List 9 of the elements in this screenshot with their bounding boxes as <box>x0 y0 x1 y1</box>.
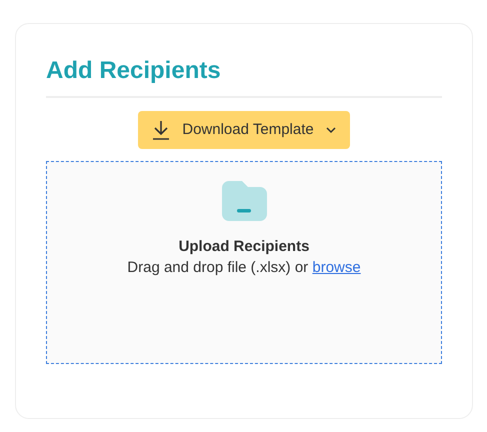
upload-heading: Upload Recipients <box>178 237 310 257</box>
upload-dropzone[interactable]: Upload Recipients Drag and drop file (.xlsx) or browse <box>46 161 442 364</box>
caret-icon <box>326 126 336 134</box>
upload-hint: Drag and drop file (.xlsx) or browse <box>127 258 361 278</box>
download-template-button[interactable]: Download Template <box>138 111 350 149</box>
folder-icon <box>222 181 266 221</box>
section-title: Add Recipients <box>46 56 442 98</box>
download-icon <box>152 120 170 140</box>
browse-link[interactable]: browse <box>312 259 361 276</box>
